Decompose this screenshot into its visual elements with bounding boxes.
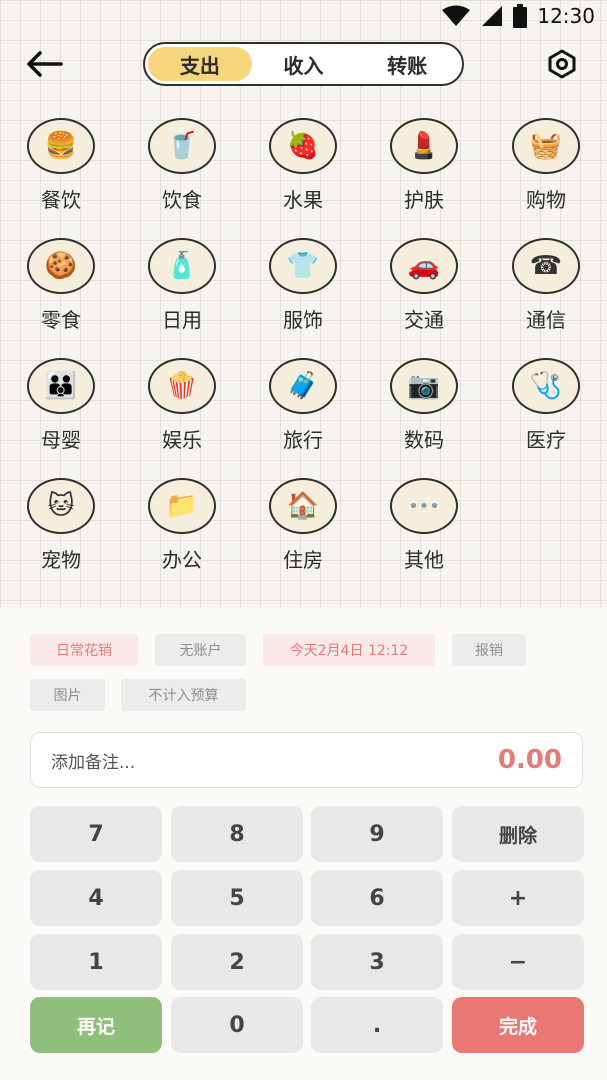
status-bar: 12:30 [0,0,607,34]
category-item[interactable]: 🚗 交通 [374,238,474,348]
settings-button[interactable] [543,46,581,82]
category-label: 住房 [283,548,323,572]
category-item[interactable]: 📷 数码 [374,358,474,468]
key-9[interactable]: 9 [311,806,443,862]
type-tab-group: 支出 收入 转账 [143,42,464,86]
category-item[interactable]: 🧺 购物 [496,118,596,228]
category-label: 水果 [283,188,323,212]
drink-icon: 🥤 [148,118,216,174]
status-time: 12:30 [537,4,595,28]
category-label: 宠物 [41,548,81,572]
category-item[interactable]: 🍪 零食 [11,238,111,348]
category-item[interactable]: 🍓 水果 [253,118,353,228]
key-1[interactable]: 1 [30,934,162,990]
chip-reimburse[interactable]: 报销 [452,634,526,666]
category-item[interactable]: 🍿 娱乐 [132,358,232,468]
category-item[interactable]: 🩺 医疗 [496,358,596,468]
category-item[interactable]: ••• 其他 [374,478,474,588]
category-label: 旅行 [283,428,323,452]
arrow-left-icon [27,51,63,77]
key-6[interactable]: 6 [311,870,443,926]
chip-daily-expense[interactable]: 日常花销 [30,634,138,666]
back-button[interactable] [22,44,66,84]
category-item[interactable]: 👪 母婴 [11,358,111,468]
house-icon: 🏠 [269,478,337,534]
input-panel: 日常花销 无账户 今天2月4日 12:12 报销 图片 不计入预算 添加备注..… [0,608,607,1080]
toiletries-icon: 🧴 [148,238,216,294]
key-2[interactable]: 2 [171,934,303,990]
category-item[interactable]: 📁 办公 [132,478,232,588]
key-4[interactable]: 4 [30,870,162,926]
done-button[interactable]: 完成 [452,997,584,1053]
category-label: 母婴 [41,428,81,452]
category-item[interactable]: 💄 护肤 [374,118,474,228]
popcorn-icon: 🍿 [148,358,216,414]
car-icon: 🚗 [390,238,458,294]
delete-button[interactable]: 删除 [452,806,584,862]
category-label: 办公 [162,548,202,572]
category-item[interactable]: 🍔 餐饮 [11,118,111,228]
chip-exclude-budget[interactable]: 不计入预算 [121,679,246,711]
category-item[interactable]: 🏠 住房 [253,478,353,588]
cosmetics-icon: 💄 [390,118,458,174]
camera-icon: 📷 [390,358,458,414]
minus-button[interactable]: − [452,934,584,990]
key-dot[interactable]: . [311,997,443,1053]
category-label: 数码 [404,428,444,452]
key-7[interactable]: 7 [30,806,162,862]
pets-icon: 🐱 [27,478,95,534]
key-3[interactable]: 3 [311,934,443,990]
strawberry-icon: 🍓 [269,118,337,174]
tab-transfer[interactable]: 转账 [355,47,459,81]
category-label: 餐饮 [41,188,81,212]
chip-account[interactable]: 无账户 [155,634,246,666]
key-0[interactable]: 0 [171,997,303,1053]
signal-icon [482,6,503,26]
record-again-button[interactable]: 再记 [30,997,162,1053]
category-item[interactable]: 🥤 饮食 [132,118,232,228]
category-item[interactable]: ☎ 通信 [496,238,596,348]
category-label: 购物 [526,188,566,212]
remark-field[interactable]: 添加备注... 0.00 [30,732,583,788]
chip-image[interactable]: 图片 [30,679,105,711]
medical-icon: 🩺 [512,358,580,414]
plus-button[interactable]: + [452,870,584,926]
snack-icon: 🍪 [27,238,95,294]
amount-display: 0.00 [497,745,562,775]
tab-expense[interactable]: 支出 [148,47,252,81]
category-label: 医疗 [526,428,566,452]
more-icon: ••• [390,478,458,534]
category-item[interactable]: 🧴 日用 [132,238,232,348]
mother-baby-icon: 👪 [27,358,95,414]
category-label: 娱乐 [162,428,202,452]
category-label: 通信 [526,308,566,332]
category-label: 服饰 [283,308,323,332]
telephone-icon: ☎ [512,238,580,294]
category-item[interactable]: 🐱 宠物 [11,478,111,588]
chip-date[interactable]: 今天2月4日 12:12 [263,634,435,666]
key-8[interactable]: 8 [171,806,303,862]
category-label: 护肤 [404,188,444,212]
remark-placeholder: 添加备注... [51,752,136,773]
clothes-icon: 👕 [269,238,337,294]
folders-icon: 📁 [148,478,216,534]
wifi-icon [442,5,471,26]
category-label: 交通 [404,308,444,332]
battery-icon [513,4,528,28]
burger-icon: 🍔 [27,118,95,174]
category-label: 零食 [41,308,81,332]
category-label: 日用 [162,308,202,332]
luggage-icon: 🧳 [269,358,337,414]
hexagon-settings-icon [548,49,576,79]
category-item[interactable]: 👕 服饰 [253,238,353,348]
category-label: 其他 [404,548,444,572]
key-5[interactable]: 5 [171,870,303,926]
tab-income[interactable]: 收入 [252,47,356,81]
category-label: 饮食 [162,188,202,212]
category-item[interactable]: 🧳 旅行 [253,358,353,468]
basket-icon: 🧺 [512,118,580,174]
